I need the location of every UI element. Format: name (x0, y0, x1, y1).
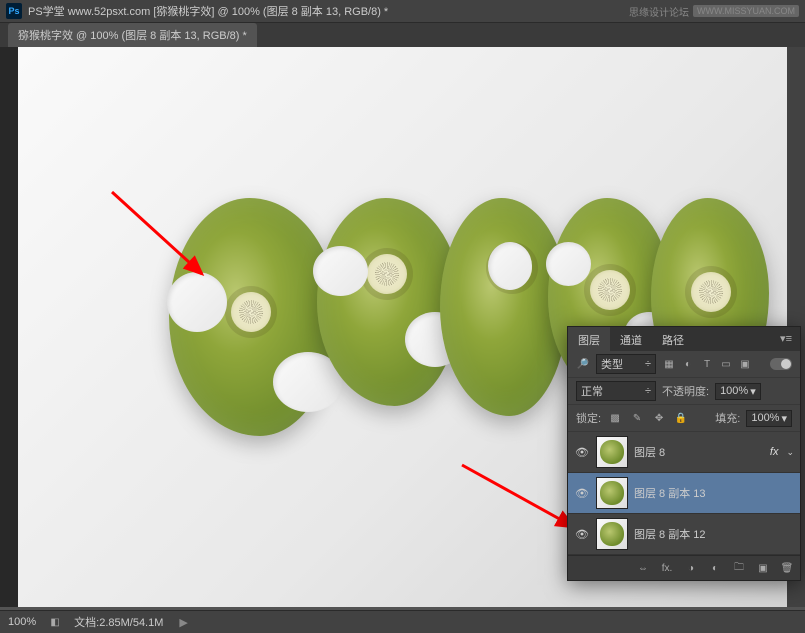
doc-size-value: :2.85M/54.1M (96, 617, 163, 629)
filter-type-dropdown[interactable]: 类型÷ (596, 354, 656, 374)
filter-toggle-switch[interactable] (770, 358, 792, 370)
document-tab-bar: 猕猴桃字效 @ 100% (图层 8 副本 13, RGB/8) * (0, 23, 805, 47)
filter-search-icon: 🔎 (576, 357, 590, 371)
watermark: 思缘设计论坛 WWW.MISSYUAN.COM (629, 4, 799, 19)
layer-row[interactable]: 👁 图层 8 fx ⌄ (568, 432, 800, 473)
layer-fx-icon[interactable]: fx. (660, 561, 674, 575)
panel-tab-strip: 图层 通道 路径 ▾≡ (568, 327, 800, 351)
document-title: [猕猴桃字效] @ 100% (图层 8 副本 13, RGB/8) * (153, 3, 388, 19)
layer-name-label[interactable]: 图层 8 (634, 444, 764, 460)
visibility-eye-icon[interactable]: 👁 (574, 485, 590, 501)
tab-channels[interactable]: 通道 (610, 327, 652, 351)
workspace: 图层 通道 路径 ▾≡ 🔎 类型÷ ▦ ◐ T ▭ ▣ 正常÷ 不透明度: 10… (0, 47, 805, 607)
layer-mask-icon[interactable]: ◑ (684, 561, 698, 575)
panel-menu-icon[interactable]: ▾≡ (772, 327, 800, 351)
filter-pixel-icon[interactable]: ▦ (662, 357, 676, 371)
adjustment-layer-icon[interactable]: ◐ (708, 561, 722, 575)
visibility-eye-icon[interactable]: 👁 (574, 444, 590, 460)
lock-pixels-icon[interactable]: ✎ (629, 410, 645, 426)
opacity-label: 不透明度: (662, 383, 709, 399)
document-tab[interactable]: 猕猴桃字效 @ 100% (图层 8 副本 13, RGB/8) * (8, 23, 257, 47)
doc-size-label: 文档 (74, 617, 96, 629)
filter-type-icon[interactable]: T (700, 357, 714, 371)
fx-badge[interactable]: fx (770, 446, 779, 458)
layer-name-label[interactable]: 图层 8 副本 12 (634, 526, 794, 542)
new-layer-icon[interactable]: ▣ (756, 561, 770, 575)
tab-layers[interactable]: 图层 (568, 327, 610, 351)
link-layers-icon[interactable]: ⇔ (636, 561, 650, 575)
blend-mode-dropdown[interactable]: 正常÷ (576, 381, 656, 401)
lock-all-icon[interactable]: 🔒 (673, 410, 689, 426)
zoom-readout[interactable]: 100% (8, 616, 36, 628)
layer-filter-row: 🔎 类型÷ ▦ ◐ T ▭ ▣ (568, 351, 800, 378)
layer-thumbnail[interactable] (596, 518, 628, 550)
app-titlebar: Ps PS学堂 www.52psxt.com [猕猴桃字效] @ 100% (图… (0, 0, 805, 23)
fill-field[interactable]: 100%▾ (746, 410, 792, 427)
lock-position-icon[interactable]: ✥ (651, 410, 667, 426)
layer-thumbnail[interactable] (596, 436, 628, 468)
lock-label: 锁定: (576, 410, 601, 426)
layer-list: 👁 图层 8 fx ⌄ 👁 图层 8 副本 13 👁 图层 8 副本 12 (568, 432, 800, 555)
visibility-eye-icon[interactable]: 👁 (574, 526, 590, 542)
photoshop-icon: Ps (6, 3, 22, 19)
filter-adjust-icon[interactable]: ◐ (681, 357, 695, 371)
layer-name-label[interactable]: 图层 8 副本 13 (634, 485, 794, 501)
filter-smart-icon[interactable]: ▣ (738, 357, 752, 371)
layer-row[interactable]: 👁 图层 8 副本 13 (568, 473, 800, 514)
layer-thumbnail[interactable] (596, 477, 628, 509)
group-icon[interactable]: 🗀 (732, 561, 746, 575)
status-menu-arrow-icon[interactable]: ▶ (179, 616, 187, 629)
layer-row[interactable]: 👁 图层 8 副本 12 (568, 514, 800, 555)
status-dims-icon[interactable]: ◧ (48, 615, 62, 629)
opacity-field[interactable]: 100%▾ (715, 383, 761, 400)
titlebar-prefix: PS学堂 www.52psxt.com (28, 3, 150, 19)
tab-paths[interactable]: 路径 (652, 327, 694, 351)
delete-layer-icon[interactable]: 🗑 (780, 561, 794, 575)
filter-shape-icon[interactable]: ▭ (719, 357, 733, 371)
fx-chevron-icon[interactable]: ⌄ (786, 447, 794, 458)
fill-label: 填充: (715, 410, 740, 426)
lock-fill-row: 锁定: ▩ ✎ ✥ 🔒 填充: 100%▾ (568, 405, 800, 432)
layers-panel: 图层 通道 路径 ▾≡ 🔎 类型÷ ▦ ◐ T ▭ ▣ 正常÷ 不透明度: 10… (567, 326, 801, 581)
layers-panel-footer: ⇔ fx. ◑ ◐ 🗀 ▣ 🗑 (568, 555, 800, 580)
blend-opacity-row: 正常÷ 不透明度: 100%▾ (568, 378, 800, 405)
lock-transparent-icon[interactable]: ▩ (607, 410, 623, 426)
status-bar: 100% ◧ 文档:2.85M/54.1M ▶ (0, 610, 805, 633)
